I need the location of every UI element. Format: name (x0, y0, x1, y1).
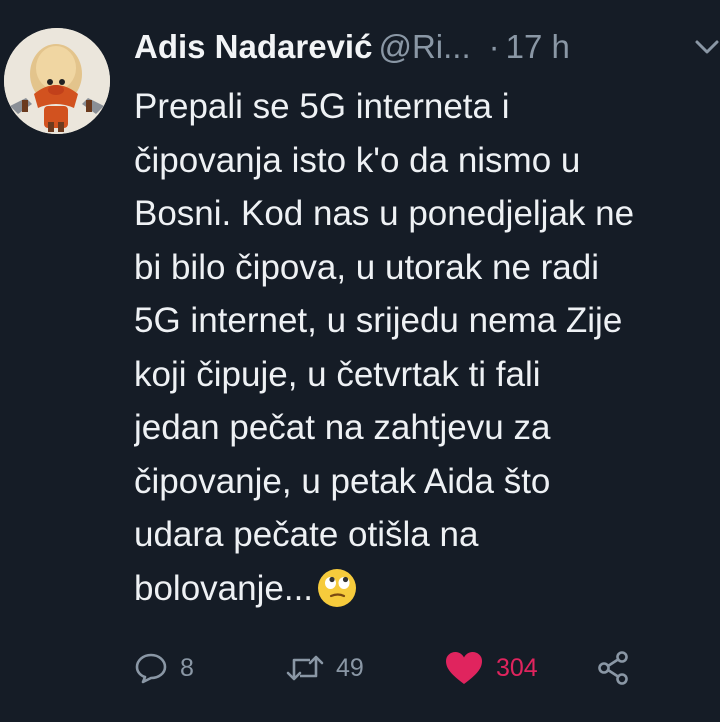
avatar[interactable] (4, 28, 110, 134)
tweet-actions: 8 49 304 (134, 646, 720, 690)
yosemite-sam-avatar-image (4, 28, 110, 134)
tweet-timestamp[interactable]: 17 h (506, 28, 570, 65)
tweet-card[interactable]: Adis Nadarević @Ri... · 17 h Prepali se 5G … (0, 0, 720, 722)
tweet-text-line: čipovanje, u petak Aida što (134, 461, 551, 501)
chevron-down-icon[interactable] (694, 36, 720, 58)
face-with-rolling-eyes-icon (318, 568, 357, 607)
share-icon (598, 651, 628, 685)
heart-icon (446, 652, 482, 684)
tweet-text-line: koji čipuje, u četvrtak ti fali (134, 354, 541, 394)
separator-dot: · (488, 28, 500, 65)
tweet-text-line: udara pečate otišla na (134, 515, 479, 554)
tweet-text: Prepali se 5G interneta i čipovanja isto… (134, 80, 720, 615)
share-action[interactable] (596, 646, 632, 690)
retweet-count: 49 (336, 653, 364, 682)
retweet-action[interactable]: 49 (286, 646, 364, 690)
author-name[interactable]: Adis Nadarević (134, 28, 372, 65)
tweet-text-line: jedan pečat na zahtjevu za (134, 408, 551, 447)
tweet-text-line: Prepali se 5G interneta i (134, 87, 510, 126)
like-count: 304 (496, 653, 538, 682)
reply-icon (135, 653, 167, 684)
tweet-text-line: 5G internet, u srijedu nema Zije (134, 301, 623, 340)
retweet-icon (286, 655, 324, 681)
tweet-header: Adis Nadarević @Ri... · 17 h (134, 22, 720, 72)
reply-action[interactable]: 8 (134, 646, 194, 690)
tweet-text-line-content: bolovanje... (134, 568, 314, 608)
tweet-text-line-last: bolovanje... (134, 562, 720, 616)
like-action[interactable]: 304 (444, 646, 538, 690)
tweet-text-line: Bosni. Kod nas u ponedjeljak ne (134, 194, 635, 233)
reply-count: 8 (180, 653, 194, 682)
tweet-text-line: bi bilo čipova, u utorak ne radi (134, 247, 599, 287)
tweet-text-line: čipovanja isto k'o da nismo u (134, 140, 581, 180)
author-handle[interactable]: @Ri... (378, 28, 470, 65)
